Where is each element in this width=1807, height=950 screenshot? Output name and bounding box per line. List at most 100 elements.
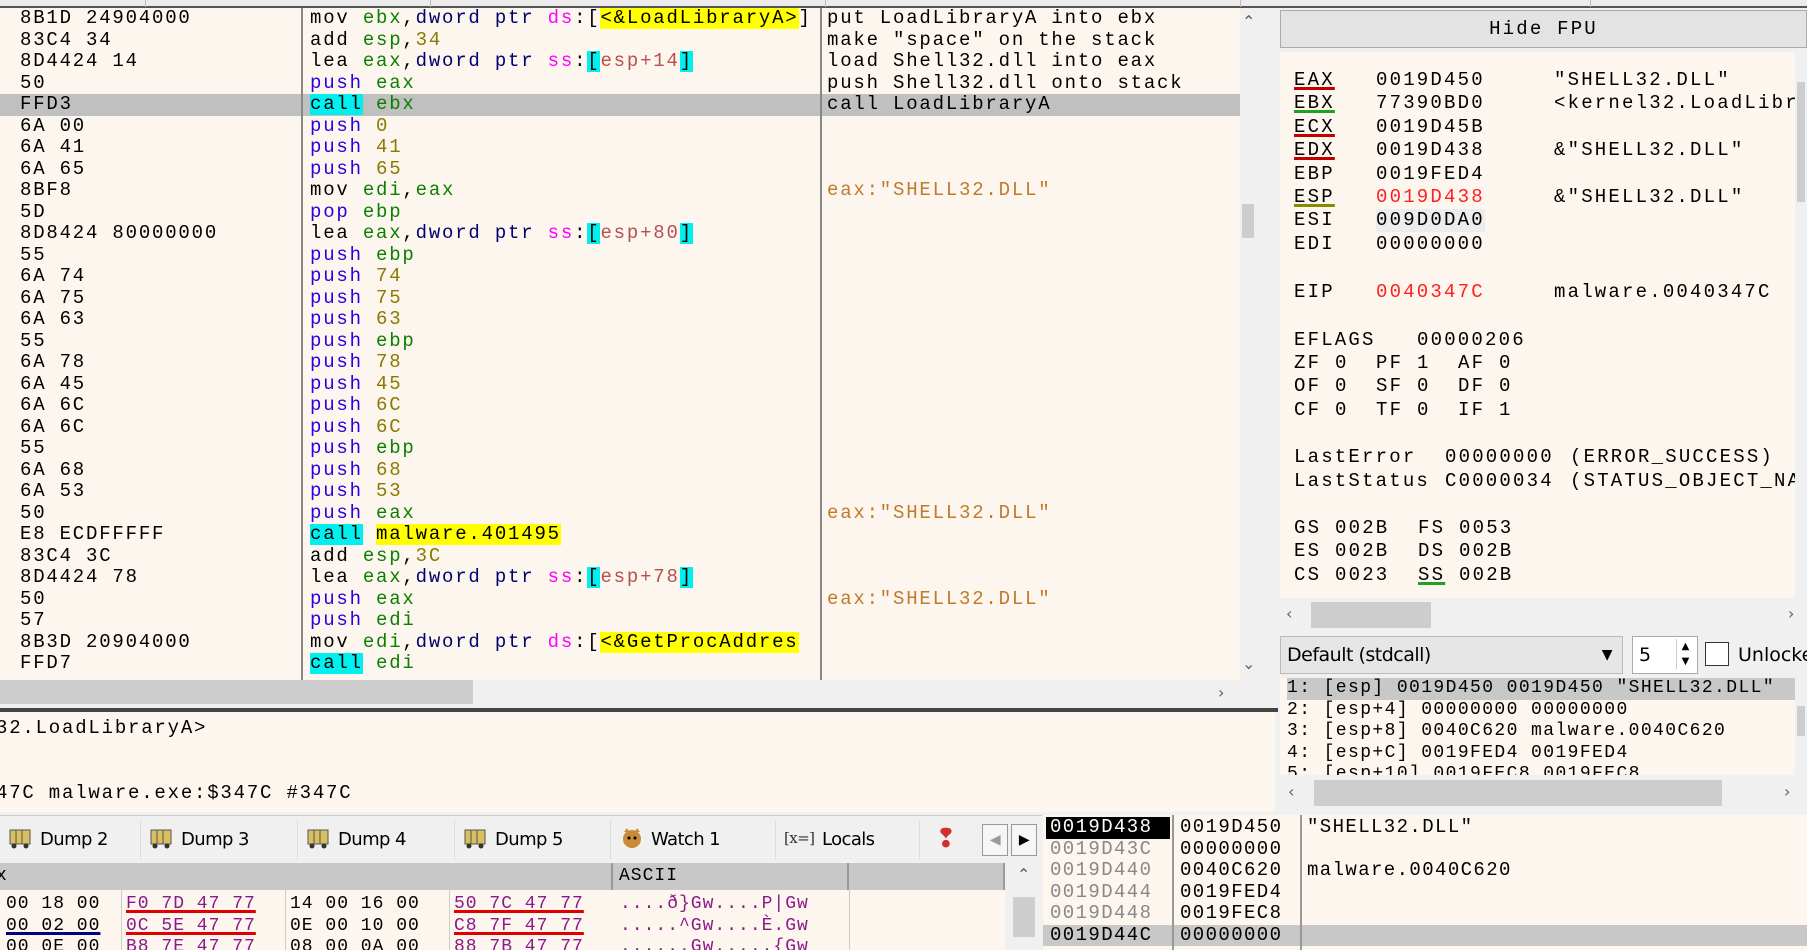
segment-register-value[interactable]: 002B	[1335, 540, 1389, 563]
hex-byte-group[interactable]: F0 7D 47 77	[126, 894, 256, 916]
segment-register-value[interactable]: 002B	[1335, 517, 1389, 540]
disassembly-row[interactable]: 5D pop ebp	[0, 201, 1240, 224]
stack-address[interactable]: 0019D44C	[1046, 924, 1170, 947]
tab-scroll-right-button[interactable]: ▶	[1011, 824, 1037, 856]
disassembly-row[interactable]: 8D4424 78 lea eax,dword ptr ss:[esp+78]	[0, 566, 1240, 589]
disassembly-row[interactable]: 8D4424 14 lea eax,dword ptr ss:[esp+14] lo…	[0, 50, 1240, 73]
stack-view[interactable]: 0019D44C 00000000 0019D448 0019FEC8 0019D444…	[1043, 815, 1807, 950]
disassembly-row[interactable]: 8BF8 mov edi,eax eax:"SHELL32.DLL"	[0, 179, 1240, 202]
hex-byte-group[interactable]: 00 18 00	[6, 894, 100, 916]
stack-row[interactable]: 0019D440 0040C620 malware.0040C620	[1043, 859, 1807, 882]
hex-byte-group[interactable]: B8 7E 47 77	[126, 937, 256, 950]
hex-byte-group[interactable]: 00 0E 00	[6, 937, 100, 950]
disassembly-row[interactable]: 6A 78 push 78	[0, 351, 1240, 374]
stack-row[interactable]: 0019D44C 00000000	[1043, 924, 1807, 947]
call-argument-row[interactable]: 5: [esp+10] 0019FEC8 0019FEC8	[1287, 764, 1795, 775]
stack-value[interactable]: 0019FED4	[1180, 881, 1282, 904]
register-value[interactable]: 009D0DA0	[1376, 209, 1485, 233]
disassembly-row[interactable]: 6A 6C push 6C	[0, 394, 1240, 417]
disassembly-row[interactable]: 6A 00 push 0	[0, 115, 1240, 138]
stack-address[interactable]: 0019D438	[1046, 816, 1170, 839]
disassembly-row[interactable]: E8 ECDFFFFF call malware.401495	[0, 523, 1240, 546]
disassembly-row[interactable]: 8B3D 20904000 mov edi,dword ptr ds:[<&Get…	[0, 631, 1240, 654]
disassembly-row[interactable]: 8B1D 24904000 mov ebx,dword ptr ds:[<&Loa…	[0, 8, 1240, 30]
flag-value[interactable]: 1	[1417, 352, 1431, 375]
column-separator[interactable]	[820, 8, 822, 680]
hex-byte-group[interactable]: 14 00 16 00	[290, 894, 420, 916]
segment-register-name[interactable]: FS	[1418, 517, 1445, 540]
last-error-value[interactable]: 00000000	[1445, 446, 1554, 469]
register-name-eax[interactable]: EAX	[1294, 69, 1335, 92]
segment-register-name[interactable]: DS	[1418, 540, 1445, 563]
register-value[interactable]: 0040347C	[1376, 281, 1485, 304]
disassembly-row[interactable]: 50 push eax eax:"SHELL32.DLL"	[0, 588, 1240, 611]
segment-register-name[interactable]: GS	[1294, 517, 1321, 540]
register-value[interactable]: 0019D45B	[1376, 116, 1485, 139]
flag-value[interactable]: 0	[1499, 375, 1513, 398]
disassembly-row[interactable]: FFD7 call edi	[0, 652, 1240, 675]
disassembly-row[interactable]: 6A 74 push 74	[0, 265, 1240, 288]
segment-register-value[interactable]: 0023	[1335, 564, 1389, 587]
hex-column-header[interactable]: x	[0, 863, 613, 890]
hex-dump-view[interactable]: x ASCII ⌃ 00 18 00 F0 7D 47 77 14 00 16 00…	[0, 863, 1042, 950]
candy-cane-icon[interactable]: ❢	[935, 824, 957, 854]
ascii-column-header[interactable]: ASCII	[613, 863, 849, 890]
disassembly-row[interactable]: 50 push eax push Shell32.dll onto stack	[0, 72, 1240, 95]
scroll-left-icon[interactable]: ‹	[1286, 604, 1292, 623]
register-value[interactable]: 0019D438	[1376, 186, 1485, 209]
scroll-right-icon[interactable]: ›	[1784, 782, 1790, 801]
disassembly-view[interactable]: FFD7 call edi 8B3D 20904000 mov edi,dword p…	[0, 8, 1240, 680]
call-arguments-list[interactable]: 1: [esp] 0019D450 0019D450 "SHELL32.DLL"…	[1280, 678, 1795, 775]
register-value[interactable]: 0019D450	[1376, 69, 1485, 92]
registers-view[interactable]: EAX 0019D450 "SHELL32.DLL" EBX 77390BD0 <kern…	[1280, 52, 1795, 598]
scroll-up-icon[interactable]: ⌃	[1242, 12, 1255, 31]
tab-dump-2[interactable]: Dump 2	[0, 820, 141, 860]
stack-row[interactable]: 0019D438 0019D450 "SHELL32.DLL"	[1043, 816, 1807, 839]
register-name-edx[interactable]: EDX	[1294, 139, 1335, 162]
stack-value[interactable]: 00000000	[1180, 924, 1282, 947]
stack-value[interactable]: 00000000	[1180, 838, 1282, 861]
registers-vertical-scrollbar[interactable]	[1795, 52, 1807, 598]
disassembly-row[interactable]: 55 push ebp	[0, 437, 1240, 460]
register-value[interactable]: 00000000	[1376, 233, 1485, 256]
registers-horizontal-scrollbar[interactable]: ‹ ›	[1280, 600, 1807, 630]
call-argument-row[interactable]: 1: [esp] 0019D450 0019D450 "SHELL32.DLL"	[1287, 678, 1795, 700]
hex-ascii[interactable]: .....^Gw....È.Gw	[620, 916, 809, 938]
register-name-esi[interactable]: ESI	[1294, 209, 1335, 232]
tab-watch-1[interactable]: Watch 1	[611, 820, 776, 860]
disassembly-row[interactable]: 55 push ebp	[0, 330, 1240, 353]
scroll-thumb[interactable]	[0, 680, 473, 704]
flag-value[interactable]: 0	[1417, 399, 1431, 422]
register-name-ecx[interactable]: ECX	[1294, 116, 1335, 139]
stack-address[interactable]: 0019D440	[1046, 859, 1170, 882]
stack-address[interactable]: 0019D43C	[1046, 838, 1170, 861]
hex-ascii[interactable]: ......Gw.....{Gw	[620, 937, 809, 950]
hex-byte-group[interactable]: 0E 00 10 00	[290, 916, 420, 938]
register-value[interactable]: 77390BD0	[1376, 92, 1485, 115]
register-name-ebx[interactable]: EBX	[1294, 92, 1335, 115]
disassembly-row[interactable]: 6A 53 push 53	[0, 480, 1240, 503]
scroll-thumb[interactable]	[1314, 780, 1722, 806]
register-name-esp[interactable]: ESP	[1294, 186, 1335, 209]
disassembly-row[interactable]: 6A 75 push 75	[0, 287, 1240, 310]
stack-value[interactable]: 0019D450	[1180, 816, 1282, 839]
segment-register-name[interactable]: CS	[1294, 564, 1321, 587]
stack-address[interactable]: 0019D448	[1046, 902, 1170, 925]
eflags-value[interactable]: 00000206	[1417, 329, 1526, 352]
disassembly-row[interactable]: 55 push ebp	[0, 244, 1240, 267]
arguments-vertical-scrollbar[interactable]	[1795, 678, 1807, 775]
disassembly-row[interactable]: 57 push edi	[0, 609, 1240, 632]
stack-row[interactable]: 0019D448 0019FEC8	[1043, 902, 1807, 925]
call-argument-row[interactable]: 3: [esp+8] 0040C620 malware.0040C620	[1287, 721, 1795, 743]
segment-register-value[interactable]: 002B	[1459, 564, 1513, 587]
segment-register-name[interactable]: SS	[1418, 564, 1445, 587]
flag-value[interactable]: 0	[1335, 352, 1349, 375]
register-name-edi[interactable]: EDI	[1294, 233, 1335, 256]
scroll-thumb[interactable]	[1311, 602, 1431, 628]
register-value[interactable]: 0019FED4	[1376, 163, 1485, 186]
stack-row[interactable]: 0019D43C 00000000	[1043, 838, 1807, 861]
segment-register-value[interactable]: 0053	[1459, 517, 1513, 540]
disassembly-row[interactable]: 6A 6C push 6C	[0, 416, 1240, 439]
hex-byte-group[interactable]: 50 7C 47 77	[454, 894, 584, 916]
call-argument-row[interactable]: 2: [esp+4] 00000000 00000000	[1287, 700, 1795, 722]
